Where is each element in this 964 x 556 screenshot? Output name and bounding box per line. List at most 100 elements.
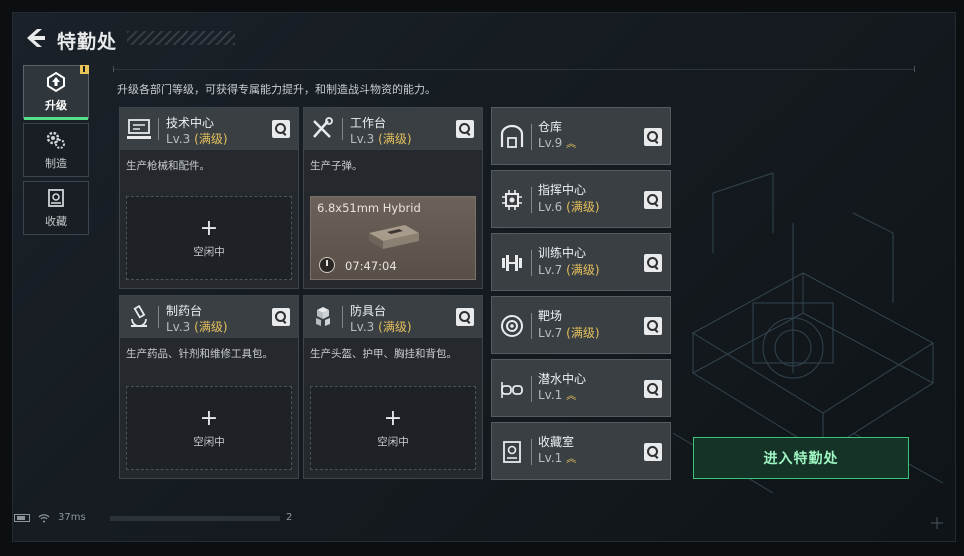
facility-collection-room[interactable]: 收藏室 Lv.1 ︽ (491, 422, 671, 480)
search-icon[interactable] (644, 254, 662, 272)
upgrade-icon (47, 71, 65, 93)
ammo-box-icon (369, 225, 419, 249)
plus-icon: + (199, 405, 219, 431)
warehouse-icon (500, 124, 524, 148)
page-progress-track (110, 516, 280, 521)
level-text: Lv.3 (350, 320, 375, 334)
header-separator (531, 124, 532, 150)
crafting-slot[interactable]: 6.8x51mm Hybrid 07:47:04 (310, 196, 476, 280)
crafting-time-remaining: 07:47:04 (345, 259, 397, 273)
notification-badge (80, 65, 89, 74)
upgrade-arrows-icon: ︽ (566, 454, 576, 465)
search-icon[interactable] (644, 380, 662, 398)
page-title: 特勤处 (57, 31, 118, 53)
header-separator (531, 250, 532, 276)
facility-name: 收藏室 (538, 435, 575, 449)
upgrade-arrows-icon: ︽ (566, 391, 576, 402)
level-text: Lv.1 (538, 451, 563, 465)
facility-shooting-range[interactable]: 靶场 Lv.7 (满级) (491, 296, 671, 354)
idle-slot[interactable]: + 空闲中 (126, 196, 292, 280)
microscope-icon (131, 305, 147, 327)
facility-diving-center[interactable]: 潜水中心 Lv.1 ︽ (491, 359, 671, 417)
upgrade-arrows-icon: ︽ (566, 139, 576, 150)
search-icon[interactable] (644, 443, 662, 461)
facility-level: Lv.1 ︽ (538, 387, 576, 402)
facility-level: Lv.9 ︽ (538, 135, 576, 150)
header-separator (158, 306, 159, 328)
diving-mask-icon (501, 382, 523, 398)
main-window: 特勤处 升级 制造 收藏 升级各部门等级，可获得专属能力提升，和制造战斗物资的能… (12, 12, 956, 542)
command-chip-icon (502, 190, 522, 210)
panel-header: 防具台 Lv.3 (满级) (304, 296, 482, 338)
facility-training-center[interactable]: 训练中心 Lv.7 (满级) (491, 233, 671, 291)
idle-slot[interactable]: + 空闲中 (310, 386, 476, 470)
panel-tech-center[interactable]: 技术中心 Lv.3 (满级) 生产枪械和配件。 + 空闲中 (119, 107, 299, 289)
title-hatch-decoration (127, 31, 235, 45)
search-icon[interactable] (456, 120, 474, 138)
battery-icon (14, 513, 30, 522)
sidebar-item-label: 收藏 (45, 215, 67, 228)
top-bar: 特勤处 (13, 13, 955, 61)
header-separator (342, 118, 343, 140)
max-level-badge: (满级) (566, 326, 600, 340)
search-icon[interactable] (272, 120, 290, 138)
max-level-badge: (满级) (566, 200, 600, 214)
search-icon[interactable] (644, 191, 662, 209)
idle-slot[interactable]: + 空闲中 (126, 386, 292, 470)
tech-center-icon (127, 119, 151, 139)
collection-room-icon (503, 441, 521, 463)
facility-name: 仓库 (538, 120, 563, 134)
level-text: Lv.6 (538, 200, 563, 214)
search-icon[interactable] (456, 308, 474, 326)
facility-level: Lv.1 ︽ (538, 450, 576, 465)
search-icon[interactable] (644, 317, 662, 335)
level-text: Lv.3 (166, 320, 191, 334)
collection-icon (48, 189, 64, 207)
section-description: 升级各部门等级，可获得专属能力提升，和制造战斗物资的能力。 (117, 83, 436, 96)
facility-level: Lv.7 (满级) (538, 324, 600, 341)
header-separator (342, 306, 343, 328)
sidebar: 升级 制造 收藏 (23, 65, 89, 239)
wifi-icon (38, 513, 50, 522)
idle-label: 空闲中 (193, 245, 225, 258)
dumbbell-icon (502, 255, 522, 271)
sidebar-item-label: 制造 (45, 157, 67, 170)
facility-name: 训练中心 (538, 246, 587, 260)
enter-special-ops-button[interactable]: 进入特勤处 (693, 437, 909, 479)
armor-cubes-icon (316, 307, 330, 326)
panel-description: 生产子弹。 (310, 160, 363, 172)
sidebar-item-collection[interactable]: 收藏 (23, 181, 89, 235)
facility-level: Lv.7 (满级) (538, 261, 600, 278)
facility-warehouse[interactable]: 仓库 Lv.9 ︽ (491, 107, 671, 165)
level-text: Lv.7 (538, 326, 563, 340)
panel-header: 制药台 Lv.3 (满级) (120, 296, 298, 338)
panel-description: 生产药品、针剂和维修工具包。 (126, 348, 273, 360)
panel-header: 工作台 Lv.3 (满级) (304, 108, 482, 150)
panel-pharmacy[interactable]: 制药台 Lv.3 (满级) 生产药品、针剂和维修工具包。 + 空闲中 (119, 295, 299, 479)
gears-icon (46, 131, 65, 149)
panel-header: 技术中心 Lv.3 (满级) (120, 108, 298, 150)
level-text: Lv.3 (166, 132, 191, 146)
max-level-badge: (满级) (378, 132, 412, 146)
header-separator (531, 439, 532, 465)
header-separator (531, 376, 532, 402)
search-icon[interactable] (272, 308, 290, 326)
header-separator (531, 313, 532, 339)
sidebar-item-craft[interactable]: 制造 (23, 123, 89, 177)
target-icon (501, 315, 523, 337)
sidebar-item-upgrade[interactable]: 升级 (23, 65, 89, 120)
max-level-badge: (满级) (194, 320, 228, 334)
status-bar: 37ms (14, 512, 86, 523)
max-level-badge: (满级) (378, 320, 412, 334)
panel-workbench[interactable]: 工作台 Lv.3 (满级) 生产子弹。 6.8x51mm Hybrid 07:4… (303, 107, 483, 289)
facility-name: 指挥中心 (538, 183, 587, 197)
facility-name: 靶场 (538, 309, 563, 323)
search-icon[interactable] (644, 128, 662, 146)
page-number: 2 (286, 512, 293, 523)
panel-level: Lv.3 (满级) (166, 130, 228, 147)
panel-name: 工作台 (350, 116, 387, 130)
back-arrow-icon[interactable] (23, 27, 47, 49)
panel-armor[interactable]: 防具台 Lv.3 (满级) 生产头盔、护甲、胸挂和背包。 + 空闲中 (303, 295, 483, 479)
clock-icon (319, 257, 335, 273)
facility-command-center[interactable]: 指挥中心 Lv.6 (满级) (491, 170, 671, 228)
